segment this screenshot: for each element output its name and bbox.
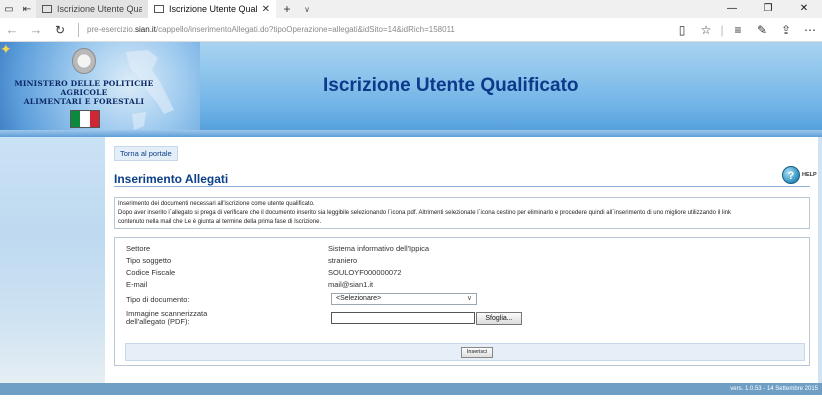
image-upload-label: Immagine scannerizzata dell'allegato (PD… — [126, 310, 207, 326]
attachment-form: Settore Sistema informativo dell'Ippica … — [114, 237, 810, 366]
hub-icon[interactable]: ≡ — [726, 23, 750, 37]
doc-type-label: Tipo di documento: — [126, 295, 190, 304]
republic-emblem-icon — [72, 48, 96, 74]
field-value-codice-fiscale: SOULOYF000000072 — [328, 268, 402, 277]
forward-arrow-icon[interactable]: → — [24, 18, 48, 42]
left-decorative-strip — [0, 137, 105, 383]
insert-button[interactable]: Inserisci — [461, 347, 493, 358]
help-label: HELP — [802, 172, 817, 178]
instruction-line: contenuto nella mail che Le è giunta al … — [118, 218, 322, 225]
url-path: /cappello/inserimentoAllegati.do?tipoOpe… — [155, 25, 455, 34]
title-divider — [114, 186, 810, 187]
address-bar: ← → ↻ pre-esercizio.sian.it/cappello/ins… — [0, 18, 822, 42]
eu-stars-decoration: ✦ — [0, 42, 12, 57]
field-label-codice-fiscale: Codice Fiscale — [126, 268, 176, 277]
plus-icon[interactable]: + — [276, 2, 298, 16]
minimize-icon[interactable]: — — [714, 0, 750, 18]
browser-tab-1[interactable]: Iscrizione Utente Qualificato — [36, 0, 148, 18]
doc-type-select[interactable]: <Selezionare> ∨ — [331, 293, 477, 305]
divider: | — [720, 22, 724, 37]
back-to-portal-link[interactable]: Torna al portale — [114, 146, 178, 161]
footer-bar: vers. 1.0.53 - 14 Settembre 2015 — [0, 383, 822, 395]
flag-stripe-red — [89, 111, 99, 127]
divider — [78, 22, 79, 37]
chevron-down-icon[interactable]: ∨ — [298, 5, 316, 14]
url-domain: sian.it — [135, 25, 156, 34]
field-label-settore: Settore — [126, 244, 151, 253]
url-prefix: pre-esercizio. — [87, 25, 136, 34]
ministry-line-2: ALIMENTARI E FORESTALI — [23, 97, 145, 106]
page-title: Iscrizione Utente Qualificato — [323, 75, 579, 96]
field-label-email: E-mail — [126, 280, 148, 289]
set-aside-tabs-icon[interactable]: ⇤ — [18, 0, 36, 18]
field-label-tipo-soggetto: Tipo soggetto — [126, 256, 172, 265]
header-logo-area: ✦ MINISTERO DELLE POLITICHE AGRICOLE ALI… — [0, 42, 200, 137]
file-path-input[interactable] — [331, 312, 475, 324]
field-value-tipo-soggetto: straniero — [328, 256, 358, 265]
chevron-down-icon: ∨ — [466, 295, 472, 302]
browser-tab-2[interactable]: Iscrizione Utente Qualifi ✕ — [148, 0, 276, 18]
doc-type-selected-value: <Selezionare> — [336, 295, 382, 302]
share-icon[interactable]: ⇪ — [774, 23, 798, 37]
browser-tab-bar: ▭ ⇤ Iscrizione Utente Qualificato Iscriz… — [0, 0, 822, 18]
ministry-line-1: MINISTERO DELLE POLITICHE AGRICOLE — [14, 79, 154, 97]
web-note-icon[interactable]: ✎ — [750, 23, 774, 37]
browse-button[interactable]: Sfoglia... — [476, 312, 522, 325]
favorite-star-icon[interactable]: ☆ — [694, 23, 718, 37]
restore-icon[interactable]: ❐ — [750, 0, 786, 18]
refresh-icon[interactable]: ↻ — [48, 18, 72, 42]
page-icon — [42, 5, 52, 13]
field-value-settore: Sistema informativo dell'Ippica — [328, 244, 430, 253]
page-header: ✦ MINISTERO DELLE POLITICHE AGRICOLE ALI… — [0, 42, 822, 137]
url-field[interactable]: pre-esercizio.sian.it/cappello/inserimen… — [87, 25, 670, 34]
page-icon — [154, 5, 164, 13]
close-window-icon[interactable]: ✕ — [786, 0, 822, 18]
right-decorative-strip — [818, 137, 822, 383]
instruction-line: Dopo aver inserito l`allegato si prega d… — [118, 209, 731, 216]
browser-toolbar: ▯ ☆ | ≡ ✎ ⇪ ⋯ — [670, 23, 822, 37]
image-label-line-2: dell'allegato (PDF): — [126, 317, 190, 326]
instructions-box: Inserimento dei documenti necessari all'… — [114, 197, 810, 229]
field-value-email: mail@sian1.it — [328, 280, 374, 289]
version-text: vers. 1.0.53 - 14 Settembre 2015 — [730, 386, 818, 392]
help-button[interactable]: ? HELP — [782, 166, 817, 184]
window-controls: — ❐ ✕ — [714, 0, 822, 18]
flag-stripe-green — [71, 111, 81, 127]
back-arrow-icon[interactable]: ← — [0, 18, 24, 42]
more-icon[interactable]: ⋯ — [798, 23, 822, 37]
flag-stripe-white — [80, 111, 90, 127]
tab-title: Iscrizione Utente Qualificato — [57, 4, 142, 14]
tab-title: Iscrizione Utente Qualifi — [169, 4, 258, 14]
main-content: Torna al portale Inserimento Allegati ? … — [105, 137, 818, 383]
instruction-line: Inserimento dei documenti necessari all'… — [118, 201, 315, 207]
italian-flag-icon — [70, 110, 100, 128]
ministry-name: MINISTERO DELLE POLITICHE AGRICOLE ALIME… — [2, 79, 166, 106]
help-icon[interactable]: ? — [782, 166, 800, 184]
submit-bar: Inserisci — [125, 343, 805, 361]
header-band — [0, 130, 822, 137]
close-icon[interactable]: ✕ — [262, 4, 270, 15]
reading-view-icon[interactable]: ▯ — [670, 23, 694, 37]
section-title: Inserimento Allegati — [114, 172, 229, 186]
tab-preview-icon[interactable]: ▭ — [0, 0, 18, 18]
